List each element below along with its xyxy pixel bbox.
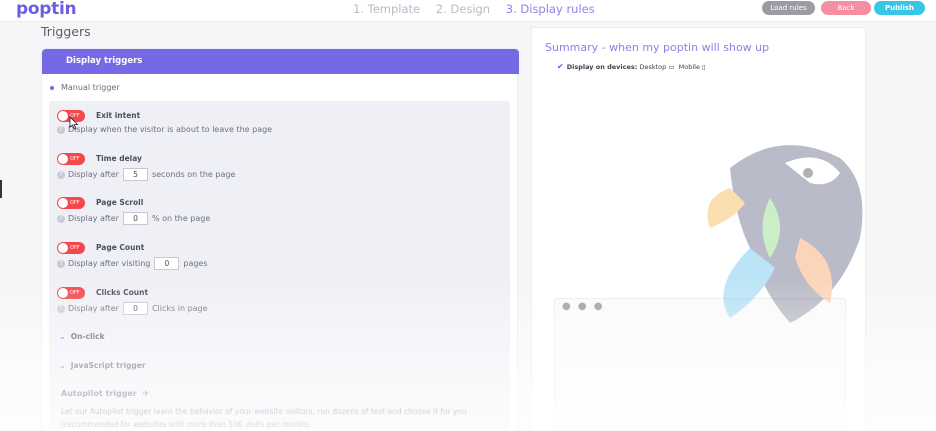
summary-title: Summary - when my poptin will show up: [545, 41, 770, 54]
exit-intent-desc: ? Display when the visitor is about to le…: [57, 125, 272, 134]
exit-intent-title: Exit intent: [96, 111, 141, 120]
section-title: Triggers: [41, 24, 91, 39]
chevron-down-icon: ⌄: [59, 332, 66, 341]
manual-triggers-box: OFF Exit intent ? Display when the visito…: [49, 101, 510, 429]
desktop-icon: ▭: [668, 63, 675, 71]
toggle-knob: [58, 154, 68, 164]
page-count-title: Page Count: [96, 243, 145, 252]
poptin-logo[interactable]: poptin: [16, 0, 77, 19]
step-display-rules[interactable]: 3. Display rules: [506, 2, 595, 16]
page-scroll-toggle[interactable]: OFF: [57, 197, 85, 209]
load-rules-button[interactable]: Load rules: [762, 1, 815, 15]
time-delay-toggle[interactable]: OFF: [57, 153, 85, 165]
clicks-count-toggle[interactable]: OFF: [57, 287, 85, 299]
toggle-knob: [58, 198, 68, 208]
on-click-expander[interactable]: ⌄ On-click: [59, 332, 105, 341]
javascript-trigger-expander[interactable]: ⌄ JavaScript trigger: [59, 361, 146, 370]
display-triggers-header[interactable]: Display triggers: [42, 49, 519, 74]
clicks-count-desc: ? Display after 0 Clicks in page: [57, 302, 208, 315]
autopilot-trigger-title[interactable]: Autopilot trigger ✈: [61, 389, 149, 398]
toggle-state: OFF: [70, 156, 80, 162]
clicks-count-input[interactable]: 0: [122, 302, 148, 315]
help-icon[interactable]: ?: [57, 170, 65, 179]
page-count-toggle[interactable]: OFF: [57, 242, 85, 254]
help-icon[interactable]: ?: [57, 259, 65, 268]
time-delay-desc: ? Display after 5 seconds on the page: [57, 168, 235, 181]
step-template[interactable]: 1. Template: [353, 2, 420, 16]
radio-dot-icon: [50, 85, 54, 90]
autopilot-trigger-desc: Let our Autopilot trigger learn the beha…: [61, 407, 467, 429]
toggle-state: OFF: [70, 290, 80, 296]
toggle-knob: [58, 288, 68, 298]
clicks-count-title: Clicks Count: [96, 288, 149, 297]
mobile-label: Mobile: [678, 63, 700, 71]
chevron-down-icon: ⌄: [59, 361, 66, 370]
wizard-steps: 1. Template 2. Design 3. Display rules: [353, 2, 607, 16]
page-count-desc: ? Display after visiting 0 pages: [57, 257, 208, 270]
help-icon[interactable]: ?: [57, 304, 65, 313]
publish-button[interactable]: Publish: [874, 1, 925, 15]
check-icon: ✔: [557, 62, 564, 71]
window-edge-mark: [0, 180, 2, 198]
manual-trigger-label: Manual trigger: [61, 83, 120, 92]
page-scroll-title: Page Scroll: [96, 198, 144, 207]
mobile-icon: ▯: [702, 63, 706, 71]
help-icon[interactable]: ?: [57, 214, 65, 223]
page-scroll-desc: ? Display after 0% on the page: [57, 212, 210, 225]
toggle-state: OFF: [70, 200, 80, 206]
back-button[interactable]: Back: [821, 1, 871, 15]
display-triggers-panel: Display triggers Manual trigger OFF Exit…: [41, 48, 519, 431]
airplane-icon: ✈: [142, 389, 150, 398]
step-design[interactable]: 2. Design: [436, 2, 490, 16]
toggle-knob: [58, 243, 68, 253]
toggle-knob: [58, 111, 68, 121]
mouse-cursor-icon: [69, 116, 79, 130]
time-delay-title: Time delay: [96, 154, 142, 163]
manual-trigger-option[interactable]: Manual trigger: [50, 83, 120, 92]
devices-summary: ✔ Display on devices: Desktop ▭ Mobile ▯: [557, 62, 706, 71]
help-icon[interactable]: ?: [57, 125, 65, 134]
page-scroll-percent-input[interactable]: 0: [122, 212, 148, 225]
window-dots-icon: ● ● ●: [562, 301, 605, 312]
desktop-label: Desktop: [639, 63, 667, 71]
top-bar: poptin 1. Template 2. Design 3. Display …: [0, 0, 936, 22]
page-count-input[interactable]: 0: [154, 257, 180, 270]
parrot-mascot-icon: [707, 145, 863, 323]
time-delay-seconds-input[interactable]: 5: [122, 168, 148, 181]
toggle-state: OFF: [70, 245, 80, 251]
